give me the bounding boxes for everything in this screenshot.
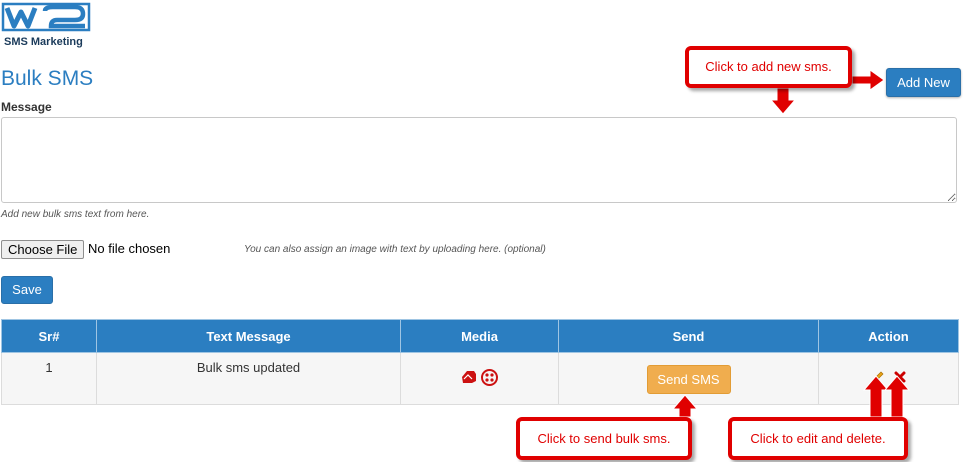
logo-text: SMS Marketing (4, 36, 83, 48)
file-help-text: You can also assign an image with text b… (244, 244, 546, 255)
row-text-message: Bulk sms updated (96, 352, 401, 405)
page-title: Bulk SMS (1, 67, 94, 90)
table-header-row: Sr# Text Message Media Send Action (1, 319, 959, 353)
column-header-send: Send (558, 319, 819, 353)
message-help-text: Add new bulk sms text from here. (1, 209, 150, 220)
send-sms-button[interactable]: Send SMS (646, 365, 731, 394)
row-media (400, 352, 559, 405)
message-label: Message (1, 100, 52, 114)
edit-icon[interactable] (871, 370, 885, 387)
column-header-sr: Sr# (1, 319, 97, 353)
arrow-to-add-new (851, 69, 885, 91)
row-actions (818, 352, 959, 405)
message-textarea[interactable] (1, 117, 957, 203)
row-sr: 1 (1, 352, 97, 405)
save-button[interactable]: Save (1, 276, 53, 304)
delete-icon[interactable] (894, 371, 906, 386)
choose-file-button[interactable]: Choose File (1, 240, 85, 259)
row-send: Send SMS (558, 352, 819, 405)
callout-edit-delete: Click to edit and delete. (728, 417, 908, 460)
column-header-media: Media (400, 319, 559, 353)
logo-mark-icon (1, 2, 91, 32)
add-new-button[interactable]: Add New (886, 68, 961, 97)
column-header-action: Action (818, 319, 959, 353)
logo: SMS Marketing (1, 2, 93, 50)
flower-icon[interactable] (480, 368, 498, 389)
file-status-text: No file chosen (88, 241, 171, 256)
arrow-to-message-box (769, 87, 797, 115)
image-icon[interactable] (461, 370, 477, 387)
bulk-sms-table: Sr# Text Message Media Send Action 1 Bul… (1, 319, 959, 405)
callout-add-new: Click to add new sms. (685, 46, 852, 88)
table-row: 1 Bulk sms updated Send SMS (1, 352, 959, 405)
column-header-text-message: Text Message (96, 319, 401, 353)
callout-send-sms: Click to send bulk sms. (516, 417, 692, 460)
